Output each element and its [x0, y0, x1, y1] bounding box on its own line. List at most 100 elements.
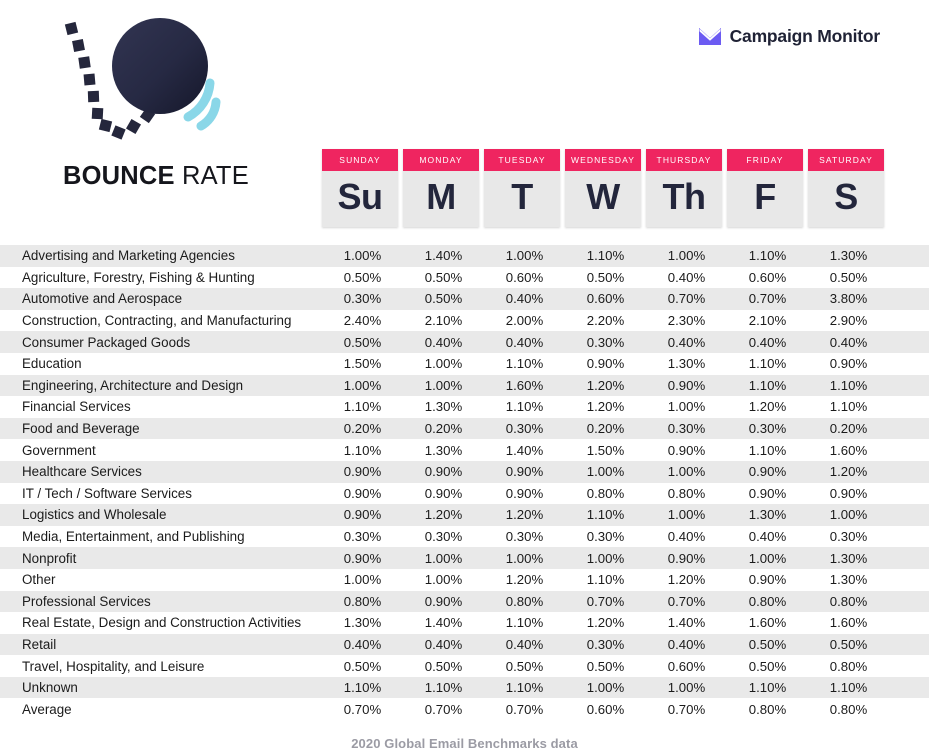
bounce-rate-value-friday: 1.10%	[748, 442, 787, 458]
bounce-rate-value-tuesday: 1.00%	[505, 248, 544, 264]
bounce-rate-value-monday: 0.70%	[424, 701, 463, 717]
bounce-rate-value-sunday: 1.30%	[343, 615, 382, 631]
day-header-card-saturday[interactable]: SATURDAY S	[808, 149, 884, 227]
day-header-card-sunday[interactable]: SUNDAY Su	[322, 149, 398, 227]
bounce-rate-value-saturday: 0.80%	[829, 658, 868, 674]
bounce-rate-value-thursday: 0.30%	[667, 421, 706, 437]
day-header-card-thursday[interactable]: THURSDAY Th	[646, 149, 722, 227]
bounce-rate-value-tuesday: 2.00%	[505, 313, 544, 329]
bounce-rate-value-sunday: 0.80%	[343, 593, 382, 609]
bounce-rate-value-friday: 1.10%	[748, 680, 787, 696]
bounce-rate-value-tuesday: 1.10%	[505, 680, 544, 696]
bounce-rate-value-wednesday: 0.20%	[586, 421, 625, 437]
day-header-full-label: SUNDAY	[322, 149, 398, 171]
bounce-rate-value-thursday: 1.20%	[667, 572, 706, 588]
industry-label: Retail	[22, 636, 57, 652]
table-row: Education 1.50% 1.00% 1.10% 0.90% 1.30% 1.10% 0…	[0, 352, 929, 375]
industry-label: Travel, Hospitality, and Leisure	[22, 658, 205, 674]
bounce-rate-value-thursday: 0.40%	[667, 636, 706, 652]
table-row: Average 0.70% 0.70% 0.70% 0.60% 0.70% 0.80% 0.8…	[0, 698, 929, 721]
bounce-rate-value-monday: 0.20%	[424, 421, 463, 437]
bounce-rate-value-wednesday: 1.00%	[586, 550, 625, 566]
bounce-rate-value-sunday: 0.30%	[343, 529, 382, 545]
campaign-monitor-wordmark: Campaign Monitor	[729, 26, 881, 46]
bouncing-ball-icon	[64, 18, 221, 140]
source-caption: 2020 Global Email Benchmarks data	[351, 736, 578, 751]
bounce-rate-value-saturday: 1.60%	[829, 615, 868, 631]
bounce-rate-value-sunday: 1.10%	[343, 680, 382, 696]
bounce-rate-value-sunday: 0.20%	[343, 421, 382, 437]
bounce-rate-value-monday: 2.10%	[424, 313, 463, 329]
bounce-rate-value-wednesday: 0.80%	[586, 485, 625, 501]
day-header-full-label: FRIDAY	[727, 149, 803, 171]
table-row: Travel, Hospitality, and Leisure 0.50% 0.5…	[0, 655, 929, 677]
day-header-card-wednesday[interactable]: WEDNESDAY W	[565, 149, 641, 227]
industry-label: Other	[22, 572, 56, 588]
bounce-rate-value-wednesday: 0.50%	[586, 269, 625, 285]
bounce-rate-value-saturday: 1.10%	[829, 399, 868, 415]
bounce-rate-value-saturday: 0.50%	[829, 269, 868, 285]
day-of-week-header-row: SUNDAY Su MONDAY M TUESDAY T WEDNESDAY W THURSDA…	[322, 149, 890, 231]
table-row: Agriculture, Forestry, Fishing & Hunting…	[0, 266, 929, 289]
bounce-rate-value-sunday: 0.50%	[343, 658, 382, 674]
bounce-rate-value-tuesday: 1.60%	[505, 377, 544, 393]
bounce-rate-value-saturday: 1.30%	[829, 550, 868, 566]
bounce-rate-value-tuesday: 0.50%	[505, 658, 544, 674]
bounce-rate-value-saturday: 3.80%	[829, 291, 868, 307]
table-row: Logistics and Wholesale 0.90% 1.20% 1.20% 1.…	[0, 504, 929, 526]
bounce-rate-value-sunday: 1.00%	[343, 248, 382, 264]
bounce-rate-value-sunday: 2.40%	[343, 313, 382, 329]
industry-label: Nonprofit	[22, 550, 77, 566]
bounce-rate-value-saturday: 0.40%	[829, 334, 868, 350]
bounce-rate-value-tuesday: 1.00%	[505, 550, 544, 566]
table-row: Financial Services 1.10% 1.30% 1.10% 1.20% 1.…	[0, 396, 929, 418]
day-header-card-tuesday[interactable]: TUESDAY T	[484, 149, 560, 227]
bounce-rate-value-monday: 0.90%	[424, 593, 463, 609]
bounce-rate-value-sunday: 1.00%	[343, 377, 382, 393]
bounce-rate-value-friday: 0.50%	[748, 636, 787, 652]
day-header-abbr-label: S	[834, 176, 858, 217]
bounce-rate-value-friday: 1.30%	[748, 507, 787, 523]
table-row: Engineering, Architecture and Design 1.00…	[0, 374, 929, 397]
bounce-rate-value-wednesday: 0.30%	[586, 529, 625, 545]
page-title: BOUNCE RATE	[63, 162, 249, 191]
bounce-rate-value-sunday: 0.90%	[343, 485, 382, 501]
bounce-rate-value-thursday: 1.30%	[667, 356, 706, 372]
day-header-card-friday[interactable]: FRIDAY F	[727, 149, 803, 227]
bounce-rate-value-wednesday: 0.90%	[586, 356, 625, 372]
day-header-full-label: TUESDAY	[484, 149, 560, 171]
table-row: Advertising and Marketing Agencies 1.00% 1…	[0, 245, 929, 267]
page-title-light: RATE	[174, 162, 249, 190]
table-row: Other 1.00% 1.00% 1.20% 1.10% 1.20% 0.90% 1.30%	[0, 568, 929, 591]
bounce-rate-value-saturday: 0.90%	[829, 356, 868, 372]
bounce-rate-value-tuesday: 0.80%	[505, 593, 544, 609]
bounce-rate-value-tuesday: 0.90%	[505, 485, 544, 501]
bounce-rate-value-tuesday: 1.10%	[505, 615, 544, 631]
day-header-full-label: THURSDAY	[646, 149, 722, 171]
bounce-rate-value-friday: 0.30%	[748, 421, 787, 437]
bounce-rate-value-sunday: 1.00%	[343, 572, 382, 588]
day-header-full-label: WEDNESDAY	[565, 149, 641, 171]
bounce-rate-value-monday: 1.00%	[424, 550, 463, 566]
bounce-rate-value-friday: 0.50%	[748, 658, 787, 674]
bounce-rate-value-sunday: 0.50%	[343, 334, 382, 350]
table-row: Food and Beverage 0.20% 0.20% 0.30% 0.20% 0.3…	[0, 417, 929, 440]
bounce-rate-value-saturday: 0.90%	[829, 485, 868, 501]
bounce-rate-value-wednesday: 1.10%	[586, 572, 625, 588]
bounce-rate-value-thursday: 0.90%	[667, 442, 706, 458]
bounce-rate-value-monday: 0.90%	[424, 464, 463, 480]
bounce-rate-value-friday: 1.60%	[748, 615, 787, 631]
industry-label: Engineering, Architecture and Design	[22, 377, 244, 393]
day-header-card-monday[interactable]: MONDAY M	[403, 149, 479, 227]
bounce-rate-value-thursday: 0.70%	[667, 291, 706, 307]
header-band: Campaign Monitor BOUNCE RATE SUNDAY Su M…	[0, 0, 929, 240]
bounce-rate-value-sunday: 0.90%	[343, 550, 382, 566]
bounce-rate-value-monday: 1.40%	[424, 615, 463, 631]
bounce-rate-value-thursday: 1.00%	[667, 248, 706, 264]
industry-label: Food and Beverage	[22, 421, 140, 437]
bounce-rate-value-monday: 0.50%	[424, 269, 463, 285]
bounce-rate-value-monday: 1.20%	[424, 507, 463, 523]
day-header-abbr-label: M	[426, 176, 456, 217]
table-row: Automotive and Aerospace 0.30% 0.50% 0.40% 0…	[0, 288, 929, 310]
bounce-rate-value-tuesday: 1.10%	[505, 356, 544, 372]
